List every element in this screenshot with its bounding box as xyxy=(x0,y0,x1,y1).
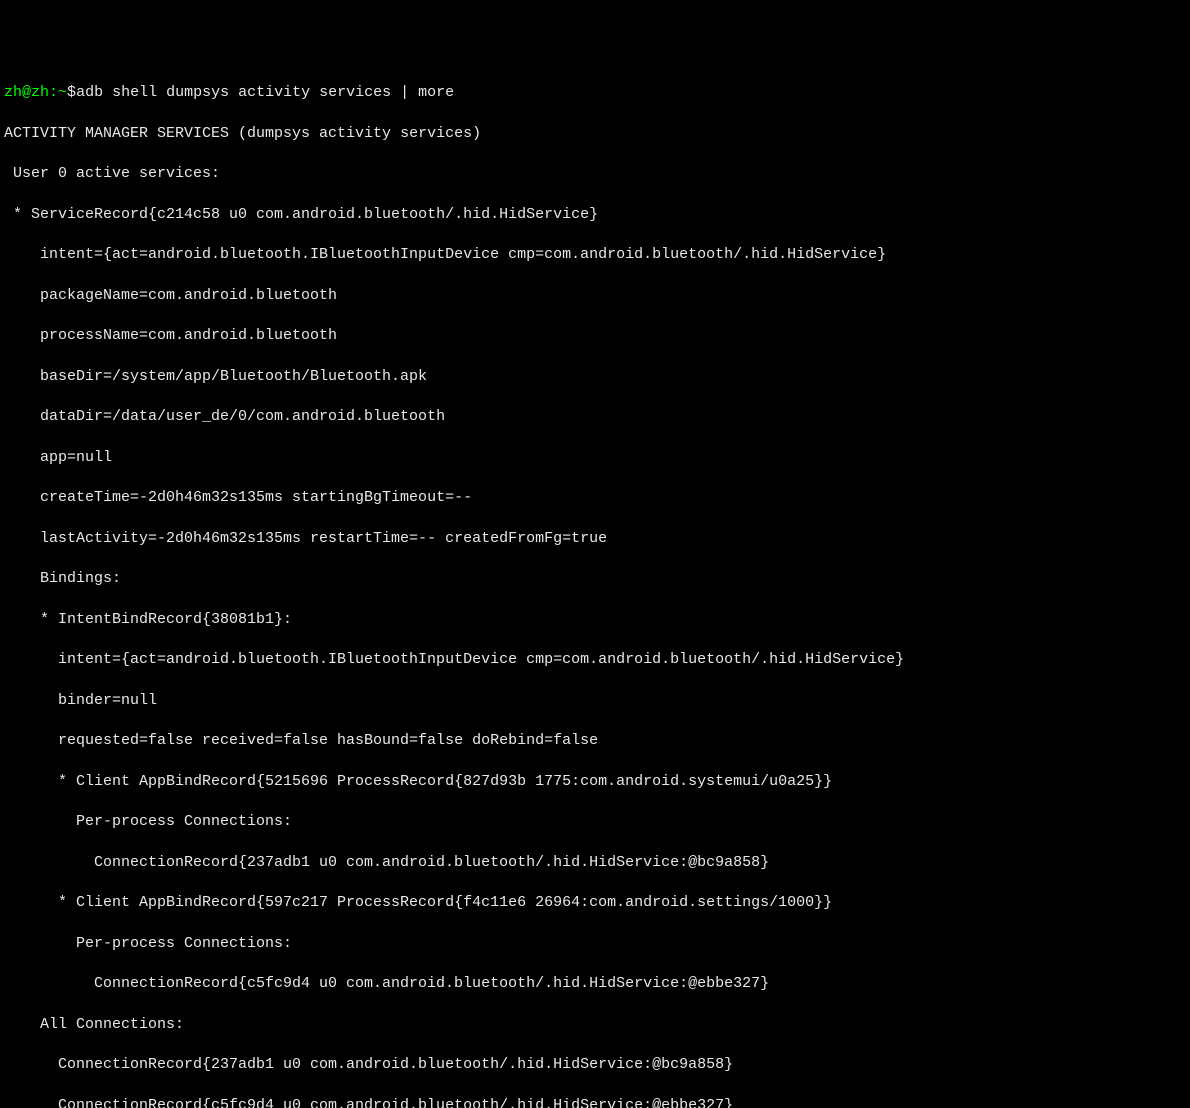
output-intent-bind-record: * IntentBindRecord{38081b1}: xyxy=(4,610,1186,630)
output-bindings: Bindings: xyxy=(4,569,1186,589)
output-user-line: User 0 active services: xyxy=(4,164,1186,184)
output-client1-conn: ConnectionRecord{237adb1 u0 com.android.… xyxy=(4,853,1186,873)
prompt-path: ~ xyxy=(58,84,67,101)
output-last-activity: lastActivity=-2d0h46m32s135ms restartTim… xyxy=(4,529,1186,549)
output-client2-conn: ConnectionRecord{c5fc9d4 u0 com.android.… xyxy=(4,974,1186,994)
output-service-record: * ServiceRecord{c214c58 u0 com.android.b… xyxy=(4,205,1186,225)
output-client2: * Client AppBindRecord{597c217 ProcessRe… xyxy=(4,893,1186,913)
output-all-conn1: ConnectionRecord{237adb1 u0 com.android.… xyxy=(4,1055,1186,1075)
output-client2-perproc: Per-process Connections: xyxy=(4,934,1186,954)
output-package-name: packageName=com.android.bluetooth xyxy=(4,286,1186,306)
output-base-dir: baseDir=/system/app/Bluetooth/Bluetooth.… xyxy=(4,367,1186,387)
output-requested: requested=false received=false hasBound=… xyxy=(4,731,1186,751)
output-header: ACTIVITY MANAGER SERVICES (dumpsys activ… xyxy=(4,124,1186,144)
output-app: app=null xyxy=(4,448,1186,468)
output-bind-intent: intent={act=android.bluetooth.IBluetooth… xyxy=(4,650,1186,670)
command-text: adb shell dumpsys activity services | mo… xyxy=(76,84,454,101)
output-binder: binder=null xyxy=(4,691,1186,711)
output-intent: intent={act=android.bluetooth.IBluetooth… xyxy=(4,245,1186,265)
prompt-dollar: $ xyxy=(67,84,76,101)
output-client1-perproc: Per-process Connections: xyxy=(4,812,1186,832)
output-all-conn2: ConnectionRecord{c5fc9d4 u0 com.android.… xyxy=(4,1096,1186,1108)
prompt-line[interactable]: zh@zh:~$adb shell dumpsys activity servi… xyxy=(4,83,1186,103)
prompt-user: zh@zh xyxy=(4,84,49,101)
output-client1: * Client AppBindRecord{5215696 ProcessRe… xyxy=(4,772,1186,792)
output-data-dir: dataDir=/data/user_de/0/com.android.blue… xyxy=(4,407,1186,427)
output-process-name: processName=com.android.bluetooth xyxy=(4,326,1186,346)
output-create-time: createTime=-2d0h46m32s135ms startingBgTi… xyxy=(4,488,1186,508)
output-all-conns: All Connections: xyxy=(4,1015,1186,1035)
